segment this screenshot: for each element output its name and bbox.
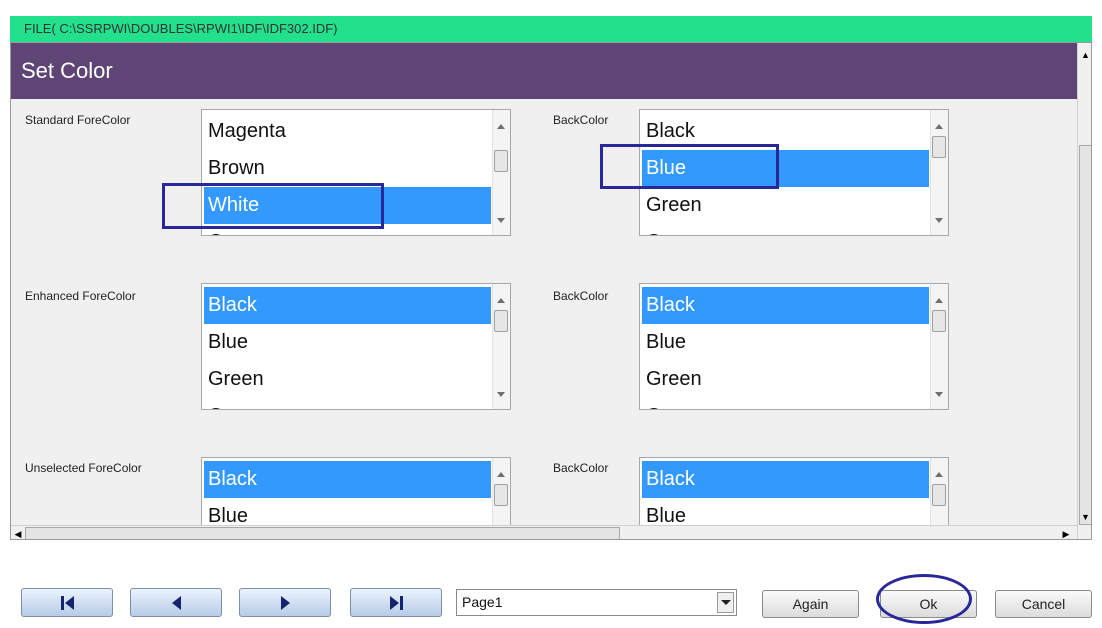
scroll-up-icon[interactable]	[935, 298, 943, 303]
scroll-thumb[interactable]	[494, 150, 508, 172]
unselected-backcolor-label: BackColor	[553, 461, 609, 475]
scroll-up-icon[interactable]	[497, 298, 505, 303]
enhanced-forecolor-list[interactable]: Black Blue Green Gray	[201, 283, 511, 410]
list-item[interactable]: Brown	[204, 150, 491, 187]
list-item[interactable]: Green	[642, 187, 929, 224]
previous-page-button[interactable]	[130, 588, 222, 617]
scroll-thumb[interactable]	[932, 136, 946, 158]
list-item-selected[interactable]: Black	[204, 461, 491, 498]
set-color-window: Set Color Standard ForeColor Magenta Bro…	[10, 42, 1092, 540]
annotation-highlight-backcolor	[600, 144, 779, 189]
list-item[interactable]: Gray	[642, 398, 929, 409]
window-vertical-scrollbar[interactable]: ▲ ▼	[1077, 43, 1091, 539]
list-item[interactable]: Magenta	[204, 113, 491, 150]
list-item-selected[interactable]: Black	[204, 287, 491, 324]
scroll-right-icon[interactable]: ▶	[1059, 526, 1073, 539]
scroll-thumb[interactable]	[25, 527, 620, 539]
list-scrollbar[interactable]	[492, 284, 510, 409]
list-scrollbar[interactable]	[930, 284, 948, 409]
next-page-button[interactable]	[239, 588, 331, 617]
annotation-highlight-ok	[876, 574, 972, 624]
again-button[interactable]: Again	[762, 590, 859, 618]
file-path-bar: FILE( C:\SSRPWI\DOUBLES\RPWI1\IDF\IDF302…	[10, 16, 1092, 42]
chevron-down-icon	[721, 600, 731, 605]
scroll-thumb[interactable]	[932, 310, 946, 332]
list-item[interactable]: Gray	[204, 398, 491, 409]
dialog-title: Set Color	[11, 43, 1077, 99]
first-page-button[interactable]	[21, 588, 113, 617]
scroll-up-icon[interactable]	[497, 124, 505, 129]
list-item[interactable]: Green	[204, 361, 491, 398]
first-page-icon	[60, 595, 74, 610]
scroll-up-icon[interactable]	[497, 472, 505, 477]
next-icon	[280, 595, 290, 610]
unselected-forecolor-label: Unselected ForeColor	[25, 461, 142, 475]
scroll-thumb[interactable]	[1079, 145, 1091, 525]
list-item[interactable]: Green	[642, 361, 929, 398]
list-item[interactable]: Blue	[642, 324, 929, 361]
list-scrollbar[interactable]	[492, 110, 510, 235]
scroll-up-icon[interactable]: ▲	[1078, 47, 1091, 63]
list-item-selected[interactable]: Black	[642, 461, 929, 498]
scroll-down-icon[interactable]	[935, 392, 943, 397]
standard-backcolor-label: BackColor	[553, 113, 609, 127]
enhanced-backcolor-label: BackColor	[553, 289, 609, 303]
dropdown-button[interactable]	[717, 592, 734, 613]
scroll-thumb[interactable]	[494, 310, 508, 332]
list-item-selected[interactable]: Black	[642, 287, 929, 324]
annotation-highlight-forecolor	[162, 183, 384, 229]
list-item[interactable]: Blue	[204, 324, 491, 361]
last-page-button[interactable]	[350, 588, 442, 617]
page-select-value: Page1	[462, 594, 503, 610]
scroll-down-icon[interactable]	[935, 218, 943, 223]
scroll-down-icon[interactable]	[497, 392, 505, 397]
enhanced-backcolor-list[interactable]: Black Blue Green Gray	[639, 283, 949, 410]
enhanced-forecolor-label: Enhanced ForeColor	[25, 289, 136, 303]
scroll-down-icon[interactable]: ▼	[1078, 509, 1091, 525]
list-item[interactable]: Gray	[642, 224, 929, 235]
scroll-up-icon[interactable]	[935, 472, 943, 477]
window-horizontal-scrollbar[interactable]: ◀ ▶	[11, 525, 1077, 539]
cancel-button[interactable]: Cancel	[995, 590, 1092, 618]
scroll-left-icon[interactable]: ◀	[11, 526, 25, 539]
last-page-icon	[389, 595, 403, 610]
standard-forecolor-label: Standard ForeColor	[25, 113, 131, 127]
previous-icon	[171, 595, 181, 610]
scroll-up-icon[interactable]	[935, 124, 943, 129]
scroll-down-icon[interactable]	[497, 218, 505, 223]
scroll-thumb[interactable]	[494, 484, 508, 506]
scroll-thumb[interactable]	[932, 484, 946, 506]
list-scrollbar[interactable]	[930, 110, 948, 235]
page-select[interactable]: Page1	[456, 589, 737, 616]
